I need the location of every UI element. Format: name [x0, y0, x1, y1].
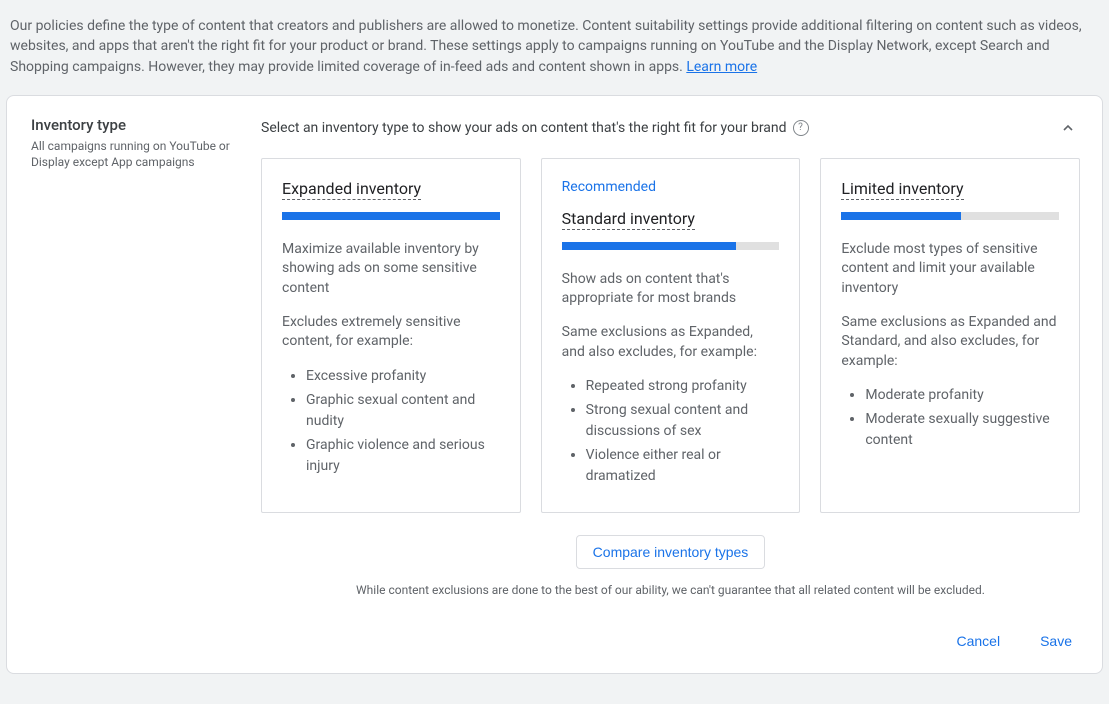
card-desc-secondary: Same exclusions as Expanded and Standard… [841, 313, 1059, 372]
inventory-bar-fill [282, 212, 500, 220]
learn-more-link[interactable]: Learn more [686, 59, 757, 75]
cancel-button[interactable]: Cancel [948, 627, 1008, 655]
card-bullet-list: Repeated strong profanity Strong sexual c… [562, 376, 780, 487]
inventory-type-panel: Inventory type All campaigns running on … [6, 95, 1103, 674]
list-item: Violence either real or dramatized [586, 445, 780, 487]
inventory-card-1[interactable]: Recommended Standard inventory Show ads on… [541, 158, 801, 513]
card-title[interactable]: Expanded inventory [282, 179, 421, 200]
intro-body: Our policies define the type of content … [10, 18, 1082, 75]
inventory-bar-fill [841, 212, 961, 220]
section-header: Inventory type All campaigns running on … [31, 116, 261, 603]
panel-footer: Cancel Save [7, 613, 1102, 673]
save-button[interactable]: Save [1032, 627, 1080, 655]
card-desc-secondary: Excludes extremely sensitive content, fo… [282, 313, 500, 352]
card-title[interactable]: Standard inventory [562, 209, 695, 230]
inventory-bar [841, 212, 1059, 220]
chevron-up-icon[interactable] [1056, 116, 1080, 140]
list-item: Excessive profanity [306, 366, 500, 387]
recommended-label: Recommended [562, 179, 780, 197]
card-desc-primary: Maximize available inventory by showing … [282, 240, 500, 299]
inventory-card-0[interactable]: Expanded inventory Maximize available inv… [261, 158, 521, 513]
card-bullet-list: Moderate profanity Moderate sexually sugg… [841, 385, 1059, 451]
list-item: Moderate sexually suggestive content [865, 409, 1059, 451]
card-title[interactable]: Limited inventory [841, 179, 963, 200]
help-icon[interactable]: ? [793, 120, 809, 136]
disclaimer-text: While content exclusions are done to the… [261, 583, 1080, 597]
inventory-bar [562, 242, 780, 250]
inventory-bar-fill [562, 242, 736, 250]
card-desc-primary: Exclude most types of sensitive content … [841, 240, 1059, 299]
inventory-bar [282, 212, 500, 220]
inventory-card-2[interactable]: Limited inventory Exclude most types of s… [820, 158, 1080, 513]
list-item: Graphic sexual content and nudity [306, 390, 500, 432]
list-item: Repeated strong profanity [586, 376, 780, 397]
section-subtitle: All campaigns running on YouTube or Disp… [31, 138, 251, 170]
card-bullet-list: Excessive profanity Graphic sexual conten… [282, 366, 500, 477]
card-desc-primary: Show ads on content that's appropriate f… [562, 270, 780, 309]
section-title: Inventory type [31, 116, 251, 134]
instruction-label: Select an inventory type to show your ad… [261, 120, 787, 136]
list-item: Strong sexual content and discussions of… [586, 400, 780, 442]
list-item: Moderate profanity [865, 385, 1059, 406]
instruction-text: Select an inventory type to show your ad… [261, 120, 809, 136]
compare-inventory-types-button[interactable]: Compare inventory types [576, 535, 766, 569]
card-desc-secondary: Same exclusions as Expanded, and also ex… [562, 323, 780, 362]
list-item: Graphic violence and serious injury [306, 435, 500, 477]
intro-text: Our policies define the type of content … [0, 0, 1109, 95]
